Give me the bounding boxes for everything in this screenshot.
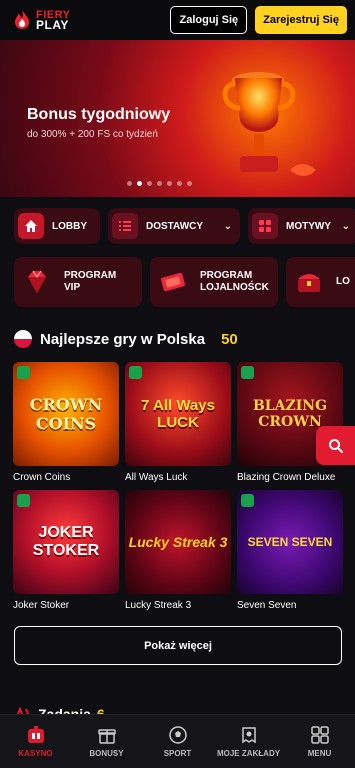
poland-flag-icon bbox=[14, 330, 32, 348]
pagination-dot[interactable] bbox=[177, 181, 182, 186]
nav-sport[interactable]: SPORT bbox=[143, 725, 213, 758]
nav-my-bets[interactable]: MOJE ZAKŁADY bbox=[214, 725, 284, 758]
program-text: PROGRAM VIP bbox=[64, 270, 116, 294]
nav-menu[interactable]: MENU bbox=[285, 725, 355, 758]
category-label: DOSTAWCY bbox=[146, 220, 204, 232]
program-extra[interactable]: LO bbox=[286, 257, 355, 307]
trophy-icon bbox=[222, 72, 316, 176]
ticket-icon bbox=[161, 272, 185, 292]
search-button[interactable] bbox=[316, 426, 355, 465]
pagination-dot[interactable] bbox=[127, 181, 132, 186]
banner-pagination bbox=[127, 181, 192, 186]
list-icon bbox=[112, 213, 138, 239]
pagination-dot-active[interactable] bbox=[137, 181, 142, 186]
game-thumbnail[interactable]: JOKER STOKER bbox=[13, 490, 119, 594]
game-card[interactable]: SEVEN SEVEN Seven Seven bbox=[237, 490, 343, 612]
program-vip[interactable]: PROGRAM VIP bbox=[14, 257, 142, 307]
flame-icon bbox=[15, 10, 29, 29]
program-line1: PROGRAM bbox=[200, 270, 253, 281]
bottom-nav: KASYNO BONUSY SPORT MOJE ZAKŁADY MENU bbox=[0, 714, 355, 768]
menu-icon bbox=[310, 726, 329, 744]
badge-icon bbox=[17, 366, 30, 379]
badge-icon bbox=[241, 494, 254, 507]
category-lobby[interactable]: LOBBY bbox=[14, 208, 100, 244]
app-root: { "header": { "logo_top": "FIERY", "logo… bbox=[0, 0, 355, 768]
search-icon bbox=[328, 438, 343, 453]
banner-title: Bonus tygodniowy bbox=[27, 106, 171, 123]
category-label: LOBBY bbox=[52, 220, 87, 232]
nav-label: SPORT bbox=[163, 749, 192, 758]
game-art-text: SEVEN SEVEN bbox=[247, 535, 333, 549]
game-art-text: Lucky Streak 3 bbox=[128, 534, 228, 550]
logo-bottom: PLAY bbox=[36, 18, 69, 32]
game-title[interactable]: Lucky Streak 3 bbox=[125, 600, 231, 611]
program-line1: PROGRAM bbox=[64, 270, 117, 281]
game-title[interactable]: Seven Seven bbox=[237, 600, 343, 611]
show-more-button[interactable]: Pokaż więcej bbox=[14, 626, 342, 665]
nav-casino[interactable]: KASYNO bbox=[1, 725, 71, 758]
section-header: Najlepsze gry w Polska 50 bbox=[14, 330, 238, 348]
nav-label: BONUSY bbox=[89, 749, 124, 758]
game-card[interactable]: CROWN COINS Crown Coins bbox=[13, 362, 119, 484]
program-loyalty[interactable]: PROGRAM LOJALNOŚCK bbox=[150, 257, 278, 307]
game-thumbnail[interactable]: SEVEN SEVEN bbox=[237, 490, 343, 594]
program-line1: LO bbox=[336, 276, 350, 287]
game-art-text: JOKER STOKER bbox=[32, 524, 100, 559]
pagination-dot[interactable] bbox=[167, 181, 172, 186]
game-thumbnail[interactable]: 7 All Ways LUCK bbox=[125, 362, 231, 466]
game-card[interactable]: Lucky Streak 3 Lucky Streak 3 bbox=[125, 490, 231, 612]
pagination-dot[interactable] bbox=[147, 181, 152, 186]
game-title[interactable]: Crown Coins bbox=[13, 472, 119, 483]
category-dostawcy[interactable]: DOSTAWCY ⌄ bbox=[108, 208, 240, 244]
register-button[interactable]: Zarejestruj Się bbox=[255, 6, 347, 34]
game-art-text: 7 All Ways LUCK bbox=[141, 397, 215, 431]
home-icon bbox=[18, 213, 44, 239]
logo-text: FIERY PLAY bbox=[36, 10, 71, 32]
nav-bonuses[interactable]: BONUSY bbox=[72, 725, 142, 758]
pagination-dot[interactable] bbox=[157, 181, 162, 186]
banner-subtitle: do 300% + 200 FS co tydzień bbox=[27, 129, 158, 140]
chevron-down-icon: ⌄ bbox=[341, 220, 350, 232]
category-nav: LOBBY DOSTAWCY ⌄ MOTYWY ⌄ bbox=[14, 208, 355, 244]
program-text: PROGRAM LOJALNOŚCK bbox=[200, 270, 269, 294]
game-thumbnail[interactable]: CROWN COINS bbox=[13, 362, 119, 466]
ball-icon bbox=[168, 726, 187, 744]
gift-icon bbox=[97, 729, 116, 744]
program-text: LO bbox=[336, 276, 350, 288]
game-thumbnail[interactable]: Lucky Streak 3 bbox=[125, 490, 231, 594]
program-line2: LOJALNOŚCK bbox=[200, 282, 269, 293]
pagination-dot[interactable] bbox=[187, 181, 192, 186]
section-count[interactable]: 50 bbox=[221, 331, 238, 348]
promo-banner[interactable]: Bonus tygodniowy do 300% + 200 FS co tyd… bbox=[0, 40, 355, 197]
category-motywy[interactable]: MOTYWY ⌄ bbox=[248, 208, 355, 244]
section-title: Najlepsze gry w Polska bbox=[40, 330, 206, 348]
badge-icon bbox=[129, 366, 142, 379]
chevron-down-icon: ⌄ bbox=[223, 220, 232, 232]
logo[interactable]: FIERY PLAY bbox=[12, 9, 71, 31]
badge-icon bbox=[241, 366, 254, 379]
game-title[interactable]: Joker Stoker bbox=[13, 600, 119, 611]
top-header: FIERY PLAY Zaloguj Się Zarejestruj Się bbox=[0, 0, 355, 40]
bets-icon bbox=[241, 727, 256, 744]
game-art-text: CROWN COINS bbox=[29, 395, 103, 433]
game-card[interactable]: BLAZING CROWN Blazing Crown Deluxe bbox=[237, 362, 343, 484]
chest-icon bbox=[298, 274, 320, 292]
program-line2: VIP bbox=[64, 282, 81, 293]
nav-label: MENU bbox=[307, 749, 332, 758]
login-button[interactable]: Zaloguj Się bbox=[170, 6, 248, 34]
game-title[interactable]: All Ways Luck bbox=[125, 472, 231, 483]
games-grid: CROWN COINS Crown Coins 7 All Ways LUCK … bbox=[13, 362, 343, 612]
category-label: MOTYWY bbox=[286, 220, 331, 232]
nav-label: MOJE ZAKŁADY bbox=[216, 749, 281, 758]
game-card[interactable]: 7 All Ways LUCK All Ways Luck bbox=[125, 362, 231, 484]
casino-icon bbox=[27, 726, 44, 743]
diamond-icon bbox=[28, 270, 46, 293]
game-title[interactable]: Blazing Crown Deluxe bbox=[237, 472, 343, 483]
badge-icon bbox=[17, 494, 30, 507]
auth-buttons: Zaloguj Się Zarejestruj Się bbox=[170, 6, 347, 34]
program-row: PROGRAM VIP PROGRAM LOJALNOŚCK LO bbox=[14, 257, 355, 307]
grid-icon bbox=[252, 213, 278, 239]
game-card[interactable]: JOKER STOKER Joker Stoker bbox=[13, 490, 119, 612]
nav-label: KASYNO bbox=[18, 749, 53, 758]
